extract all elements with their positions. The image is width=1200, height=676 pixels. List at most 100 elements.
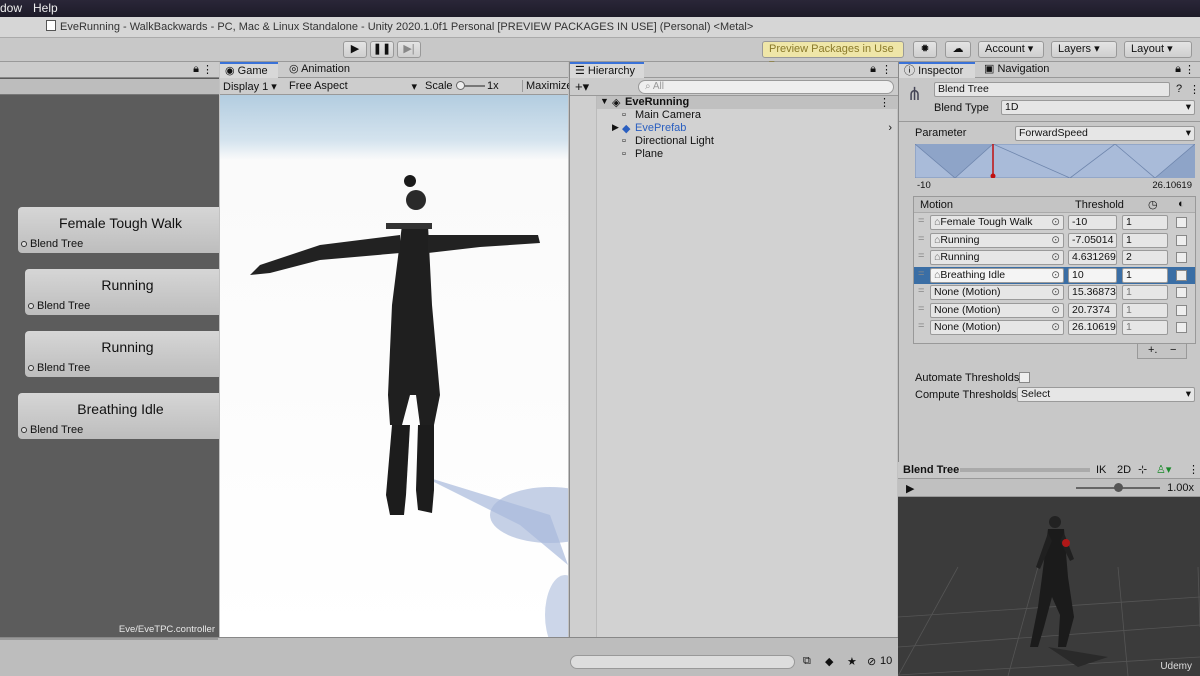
add-button[interactable]: +▾	[575, 79, 589, 95]
tab-animation[interactable]: ◎ Animation	[284, 62, 355, 78]
motion-field[interactable]: None (Motion) ⊙	[930, 302, 1064, 318]
project-search-input[interactable]	[570, 655, 795, 669]
motion-row[interactable]: = None (Motion) ⊙ 26.10619 1	[914, 319, 1195, 336]
port-icon[interactable]	[28, 365, 34, 371]
hierarchy-item[interactable]: ▶ ◆ EvePrefab ›	[570, 122, 898, 135]
speed-field[interactable]: 1	[1122, 285, 1168, 300]
threshold-field[interactable]: -10	[1068, 215, 1117, 230]
preview-play-icon[interactable]: ▶	[906, 482, 914, 495]
motion-row[interactable]: = ⌂Breathing Idle ⊙ 10 1	[914, 266, 1195, 284]
kebab-icon[interactable]: ⋮	[202, 63, 213, 76]
mirror-checkbox[interactable]	[1176, 287, 1187, 298]
speed-field[interactable]: 1	[1122, 320, 1168, 335]
layout-dropdown[interactable]: Layout ▾	[1124, 41, 1192, 58]
motion-field[interactable]: None (Motion) ⊙	[930, 285, 1064, 300]
threshold-field[interactable]: 20.7374	[1068, 302, 1117, 318]
lock-icon[interactable]: 🔒︎	[193, 63, 199, 76]
speed-field[interactable]: 1	[1122, 232, 1168, 248]
account-dropdown[interactable]: Account ▾	[978, 41, 1044, 58]
mirror-checkbox[interactable]	[1176, 217, 1187, 228]
object-picker-icon[interactable]: ⊙	[1051, 286, 1060, 299]
blend-tree-name-field[interactable]: Blend Tree	[934, 82, 1170, 97]
object-picker-icon[interactable]: ⊙	[1051, 321, 1060, 334]
port-icon[interactable]	[21, 427, 27, 433]
tab-inspector[interactable]: ⓘ Inspector	[899, 62, 975, 78]
compute-thresholds-dropdown[interactable]: Select ▾	[1017, 387, 1195, 402]
add-row-button[interactable]: +.	[1148, 344, 1157, 356]
drag-handle-icon[interactable]: =	[918, 215, 924, 227]
mirror-checkbox[interactable]	[1176, 234, 1187, 246]
state-node[interactable]: Female Tough Walk Blend Tree	[18, 207, 219, 253]
collab-button[interactable]: ✹	[913, 41, 937, 58]
speed-field[interactable]: 1	[1122, 267, 1168, 283]
remove-row-button[interactable]: −	[1170, 344, 1176, 356]
kebab-icon[interactable]: ⋮	[1184, 63, 1195, 76]
motion-row[interactable]: = None (Motion) ⊙ 20.7374 1	[914, 302, 1195, 319]
maximize-toggle[interactable]: Maximize	[522, 80, 572, 92]
preview-packages-button[interactable]: Preview Packages in Use ▾	[762, 41, 904, 70]
filter-icon[interactable]: ⧉	[803, 655, 811, 668]
tab-hierarchy[interactable]: ☰ Hierarchy	[570, 62, 644, 78]
object-picker-icon[interactable]: ⊙	[1051, 234, 1060, 247]
speed-field[interactable]: 1	[1122, 215, 1168, 230]
expand-arrow-icon[interactable]: ▶	[612, 122, 619, 133]
hierarchy-item[interactable]: ▫ Directional Light	[570, 135, 898, 148]
menu-window[interactable]: dow	[0, 1, 22, 15]
pivot-icon[interactable]: ⊹	[1138, 463, 1147, 476]
port-icon[interactable]	[28, 303, 34, 309]
mirror-checkbox[interactable]	[1176, 269, 1187, 281]
object-picker-icon[interactable]: ⊙	[1051, 304, 1060, 317]
mirror-checkbox[interactable]	[1176, 304, 1187, 316]
object-picker-icon[interactable]: ⊙	[1051, 269, 1060, 282]
motion-row[interactable]: = ⌂Running ⊙ 4.631269 2	[914, 249, 1195, 266]
menu-help[interactable]: Help	[33, 1, 58, 15]
speed-field[interactable]: 1	[1122, 302, 1168, 318]
pause-button[interactable]: ❚❚	[370, 41, 394, 58]
kebab-icon[interactable]: ⋮	[879, 96, 890, 109]
layers-dropdown[interactable]: Layers ▾	[1051, 41, 1117, 58]
hierarchy-item[interactable]: ▫ Main Camera	[570, 109, 898, 122]
chevron-right-icon[interactable]: ›	[888, 122, 892, 134]
preview-drag-handle[interactable]	[960, 468, 1090, 472]
preview-speed-thumb[interactable]	[1114, 483, 1123, 492]
threshold-field[interactable]: 15.36873	[1068, 285, 1117, 300]
state-node[interactable]: Breathing Idle Blend Tree	[18, 393, 219, 439]
tab-navigation[interactable]: ▣ Navigation	[979, 62, 1054, 78]
cloud-button[interactable]: ☁	[945, 41, 971, 58]
scale-slider-thumb[interactable]	[456, 81, 465, 90]
threshold-field[interactable]: 26.10619	[1068, 320, 1117, 335]
drag-handle-icon[interactable]: =	[918, 233, 924, 245]
step-button[interactable]: ▶|	[397, 41, 421, 58]
mirror-checkbox[interactable]	[1176, 252, 1187, 263]
display-dropdown[interactable]: Display 1 ▾	[223, 80, 277, 93]
threshold-field[interactable]: -7.05014	[1068, 232, 1117, 248]
ik-toggle[interactable]: IK	[1096, 464, 1106, 476]
tab-game[interactable]: ◉ Game	[220, 62, 278, 78]
automate-thresholds-checkbox[interactable]	[1019, 372, 1030, 383]
parameter-dropdown[interactable]: ForwardSpeed ▾	[1015, 126, 1195, 141]
object-picker-icon[interactable]: ⊙	[1051, 251, 1060, 264]
blend-graph[interactable]	[915, 144, 1195, 178]
motion-field[interactable]: None (Motion) ⊙	[930, 320, 1064, 335]
aspect-dropdown[interactable]: Free Aspect ▾	[289, 80, 417, 93]
avatar-icon[interactable]: ♙▾	[1156, 463, 1171, 476]
object-picker-icon[interactable]: ⊙	[1051, 216, 1060, 229]
state-node[interactable]: Running Blend Tree	[25, 269, 219, 315]
speed-field[interactable]: 2	[1122, 250, 1168, 265]
drag-handle-icon[interactable]: =	[918, 320, 924, 332]
drag-handle-icon[interactable]: =	[918, 268, 924, 280]
motion-row[interactable]: = ⌂Running ⊙ -7.05014 1	[914, 232, 1195, 249]
drag-handle-icon[interactable]: =	[918, 285, 924, 297]
drag-handle-icon[interactable]: =	[918, 250, 924, 262]
drag-handle-icon[interactable]: =	[918, 303, 924, 315]
kebab-icon[interactable]: ⋮	[881, 63, 892, 76]
motion-field[interactable]: ⌂Running ⊙	[930, 232, 1064, 248]
motion-field[interactable]: ⌂Breathing Idle ⊙	[930, 267, 1064, 283]
tag-icon[interactable]: ◆	[825, 655, 833, 668]
blend-type-dropdown[interactable]: 1D ▾	[1001, 100, 1195, 115]
hierarchy-root-row[interactable]: ▼ ◈ EveRunning ⋮	[570, 96, 898, 109]
threshold-field[interactable]: 10	[1068, 267, 1117, 283]
hidden-packages-icon[interactable]: ⊘	[867, 655, 876, 668]
play-button[interactable]: ▶	[343, 41, 367, 58]
kebab-icon[interactable]: ⋮	[1189, 83, 1200, 96]
